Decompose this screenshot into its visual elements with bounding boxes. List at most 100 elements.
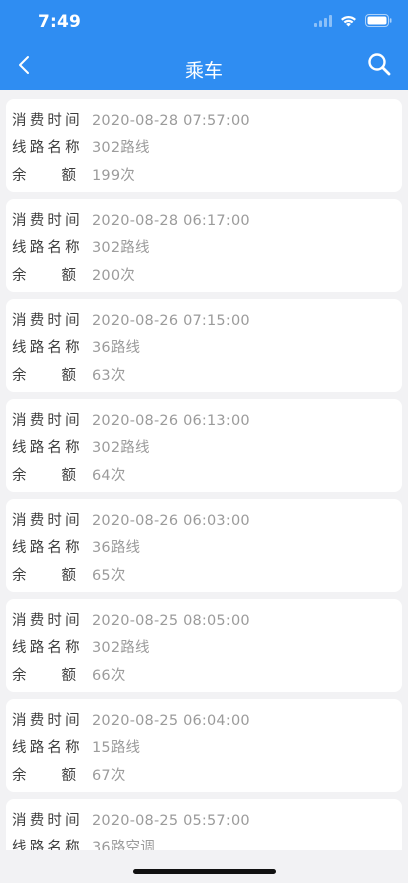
record-row: 余额 65次 — [12, 562, 402, 590]
balance-label: 余额 — [12, 167, 76, 185]
balance-label: 余额 — [12, 267, 76, 285]
record-value: 67次 — [92, 767, 126, 784]
record-row: 余额 64次 — [12, 462, 402, 490]
time-label: 消费时间 — [12, 212, 83, 229]
ride-record-card[interactable]: 消费时间 2020-08-26 06:13:00 线路名称 302路线余额 64次 — [6, 399, 402, 492]
balance-label: 余额 — [12, 467, 76, 485]
balance-label-part: 余 — [12, 367, 27, 384]
balance-label-part: 余 — [12, 667, 27, 684]
record-row: 线路名称 15路线 — [12, 735, 402, 763]
wifi-icon — [340, 12, 357, 31]
record-value: 302路线 — [92, 440, 150, 457]
status-bar: 7:49 — [0, 0, 408, 44]
ride-record-card[interactable]: 消费时间 2020-08-26 06:03:00 线路名称 36路线余额 65次 — [6, 499, 402, 592]
navigation-bar: 乘车 — [0, 44, 408, 90]
route-label: 线路名称 — [12, 540, 83, 557]
ride-record-card[interactable]: 消费时间 2020-08-26 07:15:00 线路名称 36路线余额 63次 — [6, 299, 402, 392]
route-label: 线路名称 — [12, 640, 83, 657]
ride-record-list[interactable]: 消费时间 2020-08-28 07:57:00 线路名称 302路线余额 199次 消费… — [6, 99, 402, 850]
record-value: 15路线 — [92, 740, 141, 757]
record-row: 余额 66次 — [12, 662, 402, 690]
record-row: 余额 67次 — [12, 762, 402, 790]
record-value: 199次 — [92, 167, 135, 184]
route-label: 线路名称 — [12, 740, 83, 757]
balance-label: 余额 — [12, 767, 76, 785]
ride-record-card[interactable]: 消费时间 2020-08-25 08:05:00 线路名称 302路线余额 66次 — [6, 599, 402, 692]
record-value: 36路线 — [92, 340, 141, 357]
record-value: 2020-08-26 07:15:00 — [92, 312, 250, 329]
home-indicator[interactable] — [133, 869, 276, 874]
record-value: 2020-08-25 08:05:00 — [92, 612, 250, 629]
balance-label-part: 余 — [12, 267, 27, 284]
status-time: 7:49 — [38, 12, 82, 32]
balance-label-part: 额 — [61, 467, 77, 484]
balance-label-part: 额 — [61, 567, 77, 584]
record-row: 消费时间 2020-08-25 05:57:00 — [12, 807, 402, 835]
record-row: 消费时间 2020-08-28 06:17:00 — [12, 207, 402, 235]
record-value: 2020-08-28 07:57:00 — [92, 112, 250, 129]
record-row: 余额 63次 — [12, 362, 402, 390]
record-value: 63次 — [92, 367, 126, 384]
ride-record-card[interactable]: 消费时间 2020-08-28 07:57:00 线路名称 302路线余额 199次 — [6, 99, 402, 192]
record-value: 302路线 — [92, 140, 150, 157]
balance-label-part: 额 — [61, 167, 77, 184]
record-value: 302路线 — [92, 640, 150, 657]
balance-label-part: 额 — [61, 767, 77, 784]
time-label: 消费时间 — [12, 812, 83, 829]
route-label: 线路名称 — [12, 840, 83, 850]
time-label: 消费时间 — [12, 412, 83, 429]
time-label: 消费时间 — [12, 512, 83, 529]
ride-record-card[interactable]: 消费时间 2020-08-25 06:04:00 线路名称 15路线余额 67次 — [6, 699, 402, 792]
record-row: 余额 199次 — [12, 162, 402, 190]
record-value: 302路线 — [92, 240, 150, 257]
balance-label-part: 余 — [12, 767, 27, 784]
time-label: 消费时间 — [12, 312, 83, 329]
balance-label-part: 余 — [12, 567, 27, 584]
record-row: 消费时间 2020-08-25 06:04:00 — [12, 707, 402, 735]
route-label: 线路名称 — [12, 340, 83, 357]
route-label: 线路名称 — [12, 240, 83, 257]
record-value: 200次 — [92, 267, 135, 284]
route-label: 线路名称 — [12, 440, 83, 457]
record-row: 余额 200次 — [12, 262, 402, 290]
battery-icon — [365, 12, 392, 31]
balance-label-part: 余 — [12, 167, 27, 184]
balance-label-part: 余 — [12, 467, 27, 484]
record-row: 消费时间 2020-08-26 06:13:00 — [12, 407, 402, 435]
record-row: 线路名称 302路线 — [12, 235, 402, 263]
record-value: 36路线 — [92, 540, 141, 557]
record-row: 线路名称 36路线 — [12, 535, 402, 563]
record-row: 线路名称 302路线 — [12, 135, 402, 163]
record-value: 2020-08-26 06:13:00 — [92, 412, 250, 429]
time-label: 消费时间 — [12, 112, 83, 129]
ride-record-card[interactable]: 消费时间 2020-08-28 06:17:00 线路名称 302路线余额 200次 — [6, 199, 402, 292]
record-row: 消费时间 2020-08-26 07:15:00 — [12, 307, 402, 335]
record-row: 消费时间 2020-08-25 08:05:00 — [12, 607, 402, 635]
record-value: 66次 — [92, 667, 126, 684]
record-row: 线路名称 302路线 — [12, 435, 402, 463]
balance-label-part: 额 — [61, 267, 77, 284]
record-value: 2020-08-25 05:57:00 — [92, 812, 250, 829]
record-row: 线路名称 36路线 — [12, 335, 402, 363]
balance-label: 余额 — [12, 567, 76, 585]
time-label: 消费时间 — [12, 712, 83, 729]
record-value: 2020-08-28 06:17:00 — [92, 212, 250, 229]
status-icons — [314, 12, 392, 31]
record-row: 线路名称 302路线 — [12, 635, 402, 663]
route-label: 线路名称 — [12, 140, 83, 157]
balance-label: 余额 — [12, 667, 76, 685]
record-value: 2020-08-26 06:03:00 — [92, 512, 250, 529]
page-title: 乘车 — [184, 60, 223, 82]
search-button[interactable] — [364, 51, 394, 81]
ride-record-card[interactable]: 消费时间2020-08-25 05:57:00线路名称36路空调余额 — [6, 799, 402, 850]
record-value: 64次 — [92, 467, 126, 484]
record-row: 线路名称 36路空调 — [12, 835, 402, 850]
search-icon — [367, 52, 391, 80]
balance-label: 余额 — [12, 367, 76, 385]
record-value: 36路空调 — [92, 840, 155, 850]
balance-label-part: 额 — [61, 667, 77, 684]
time-label: 消费时间 — [12, 612, 83, 629]
record-row: 消费时间 2020-08-26 06:03:00 — [12, 507, 402, 535]
signal-icon — [314, 12, 332, 31]
record-value: 65次 — [92, 567, 126, 584]
